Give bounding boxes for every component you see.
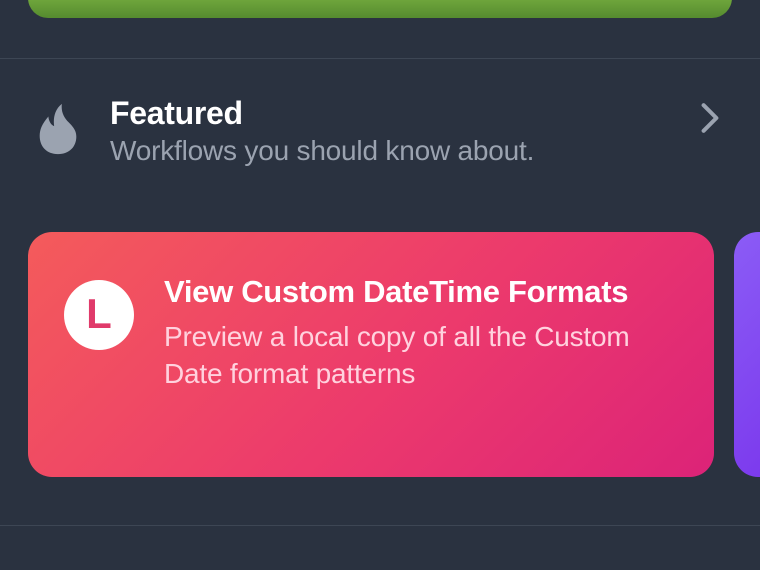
fire-icon bbox=[34, 102, 82, 156]
section-subtitle: Workflows you should know about. bbox=[110, 135, 700, 167]
card-icon-circle: L bbox=[64, 280, 134, 350]
section-header-text: Featured Workflows you should know about… bbox=[110, 96, 700, 167]
section-header-featured[interactable]: Featured Workflows you should know about… bbox=[34, 96, 726, 167]
workflow-card-datetime-formats[interactable]: L View Custom DateTime Formats Preview a… bbox=[28, 232, 714, 477]
card-row: L View Custom DateTime Formats Preview a… bbox=[28, 232, 760, 477]
divider bbox=[0, 58, 760, 59]
divider bbox=[0, 525, 760, 526]
previous-card-peek[interactable] bbox=[28, 0, 732, 18]
card-subtitle: Preview a local copy of all the Custom D… bbox=[164, 318, 678, 394]
card-title: View Custom DateTime Formats bbox=[164, 274, 678, 310]
next-card-peek[interactable] bbox=[734, 232, 760, 477]
card-text: View Custom DateTime Formats Preview a l… bbox=[164, 274, 678, 393]
chevron-right-icon bbox=[700, 102, 720, 134]
section-title: Featured bbox=[110, 96, 700, 131]
clock-icon: L bbox=[86, 293, 112, 335]
